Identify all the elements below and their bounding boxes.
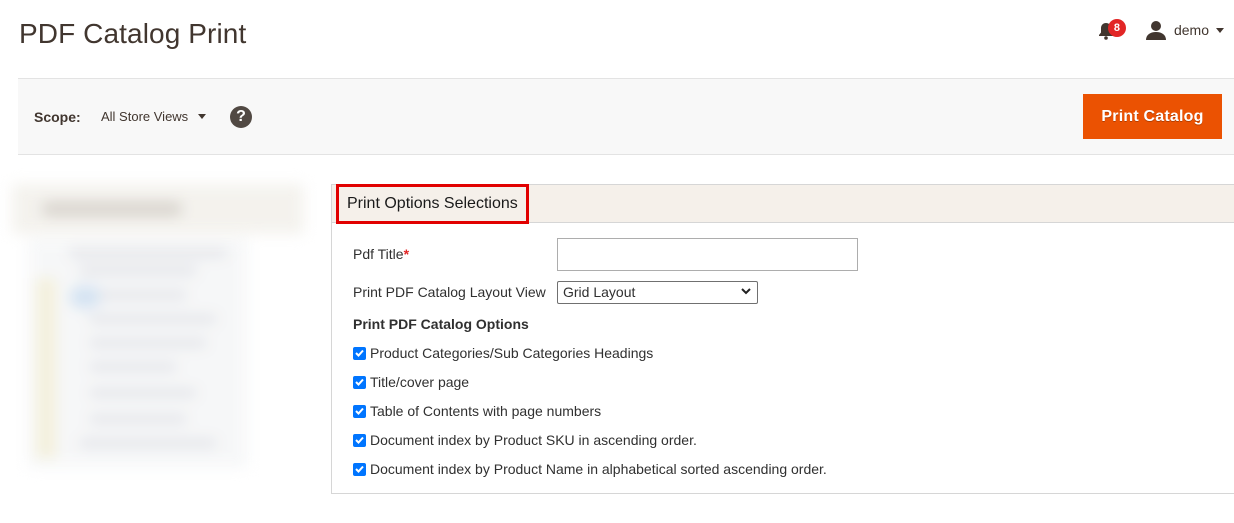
user-menu[interactable]: demo	[1145, 20, 1224, 40]
pdf-title-label-text: Pdf Title	[353, 246, 404, 262]
scope-value: All Store Views	[101, 109, 189, 124]
pdf-title-label: Pdf Title*	[353, 246, 409, 262]
option-categories-headings[interactable]: Product Categories/Sub Categories Headin…	[353, 344, 653, 362]
blurred-text	[42, 202, 182, 216]
user-icon	[1145, 21, 1166, 40]
blurred-text	[68, 248, 228, 258]
notifications-count-badge: 8	[1107, 19, 1126, 37]
notifications-button[interactable]: 8	[1094, 16, 1126, 44]
option-table-of-contents[interactable]: Table of Contents with page numbers	[353, 402, 601, 420]
blurred-text	[88, 414, 188, 424]
page-actions-toolbar: Scope: All Store Views ? Print Catalog	[18, 78, 1234, 155]
checkbox-checked[interactable]	[353, 462, 366, 476]
checkbox-checked[interactable]	[353, 346, 366, 360]
checkbox-checked[interactable]	[353, 404, 366, 418]
chevron-down-icon	[741, 288, 751, 295]
category-tree-blurred	[8, 178, 308, 474]
layout-view-selected: Grid Layout	[563, 284, 636, 300]
blurred-text	[88, 314, 218, 324]
checkbox-checked[interactable]	[353, 433, 366, 447]
option-index-by-name[interactable]: Document index by Product Name in alphab…	[353, 460, 827, 478]
option-label: Product Categories/Sub Categories Headin…	[370, 345, 654, 361]
blurred-text	[78, 266, 198, 276]
blurred-text	[78, 438, 218, 448]
blurred-text	[88, 290, 188, 300]
blurred-decoration	[70, 286, 100, 308]
blurred-text	[88, 362, 178, 372]
user-name: demo	[1173, 22, 1209, 38]
option-cover-page[interactable]: Title/cover page	[353, 373, 469, 391]
checkmark-icon	[355, 465, 364, 473]
print-catalog-button[interactable]: Print Catalog	[1083, 94, 1222, 139]
checkbox-checked[interactable]	[353, 375, 366, 389]
option-label: Title/cover page	[370, 374, 470, 390]
help-icon[interactable]: ?	[230, 106, 252, 128]
print-options-panel: Print Options Selections Pdf Title* Prin…	[331, 184, 1234, 494]
chevron-down-icon	[198, 114, 207, 119]
blurred-text	[88, 338, 208, 348]
panel-title: Print Options Selections	[336, 184, 529, 224]
blurred-decoration	[36, 278, 56, 458]
scope-switcher[interactable]: All Store Views	[101, 109, 207, 124]
category-tree-header	[12, 184, 304, 234]
option-index-by-sku[interactable]: Document index by Product SKU in ascendi…	[353, 431, 697, 449]
layout-view-select[interactable]: Grid Layout	[557, 281, 758, 304]
category-tree-body	[28, 238, 248, 468]
header-actions: 8 demo	[1094, 16, 1224, 44]
checkmark-icon	[355, 378, 364, 386]
option-label: Document index by Product SKU in ascendi…	[370, 432, 697, 448]
layout-view-label: Print PDF Catalog Layout View	[353, 284, 546, 300]
checkmark-icon	[355, 436, 364, 444]
blurred-text	[88, 388, 198, 398]
page-title: PDF Catalog Print	[19, 18, 247, 49]
option-label: Document index by Product Name in alphab…	[370, 461, 827, 477]
checkmark-icon	[355, 349, 364, 357]
scope-label: Scope:	[34, 109, 81, 125]
panel-header: Print Options Selections	[332, 184, 1234, 224]
option-label: Table of Contents with page numbers	[370, 403, 602, 419]
pdf-title-input[interactable]	[557, 238, 858, 271]
required-mark: *	[403, 246, 410, 262]
catalog-options-heading: Print PDF Catalog Options	[353, 316, 529, 332]
checkmark-icon	[355, 407, 364, 415]
chevron-down-icon	[1216, 27, 1224, 33]
